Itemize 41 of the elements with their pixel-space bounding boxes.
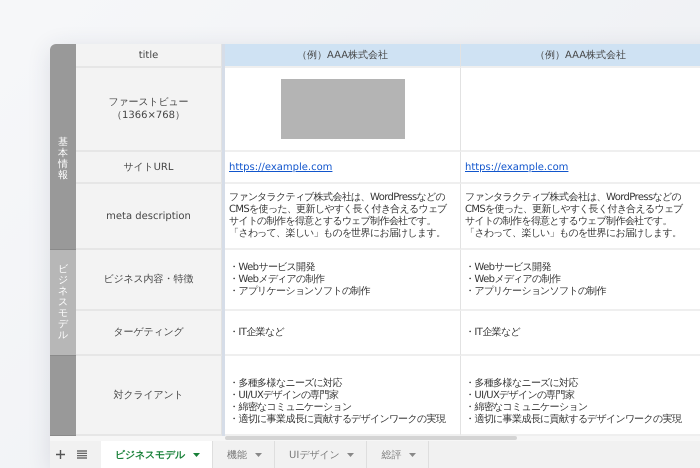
list-item: ・Webメディアの制作 [465,274,560,286]
list-item: ・綿密なコミュニケーション [465,402,588,414]
group-header-cell [50,44,76,68]
row-label: ビジネス内容・特徴 [104,273,194,286]
caret-icon [193,452,200,456]
list-item: ・アプリケーションソフトの制作 [229,286,370,298]
cell-text: ファンタラクティブ株式会社は、WordPressなどのCMSを使った、更新しやすく長く付き合えるウェブサイトの制作を得意とするウェブ制作会社です。「さわって、楽しい」ものを世界にお届けします。 [465,192,684,240]
list-item: ・UI/UXデザインの専門家 [229,390,338,402]
sheet-tab[interactable]: 総評 [367,441,430,468]
column-header: （例）AAA株式会社 [225,44,461,68]
list-item: ・多種多様なニーズに対応 [465,378,578,390]
list-item: ・適切に事業成長に貢献するデザインワークの実現 [229,414,446,426]
row-sublabel: （1366×768） [112,109,185,122]
list-item: ・綿密なコミュニケーション [229,402,352,414]
list-item: ・アプリケーションソフトの制作 [465,286,606,298]
list-item: ・Webサービス開発 [229,262,315,274]
list-item: ・Webメディアの制作 [229,274,324,286]
list-item: ・UI/UXデザインの専門家 [465,390,574,402]
row-label: title [138,48,158,62]
group-label: ビジネスモデル [50,250,76,356]
list-item: ・多種多様なニーズに対応 [229,378,342,390]
row-label: meta description [106,210,191,222]
list-item: ・Webサービス開発 [465,262,551,274]
row-label: ファーストビュー [108,96,188,109]
caret-icon [255,452,262,456]
caret-icon [409,452,416,456]
sheet-tab[interactable]: 機能 [213,441,275,468]
caret-icon [347,452,354,456]
list-item: ・適切に事業成長に貢献するデザインワークの実現 [465,414,682,426]
row-label: 対クライアント [114,388,184,402]
list-item: ・IT企業など [229,326,284,338]
row-label: ターゲティング [114,326,184,339]
sheet-tab[interactable]: ビジネスモデル [101,441,213,468]
list-item: ・IT企業など [465,326,520,338]
cell-text: ファンタラクティブ株式会社は、WordPressなどのCMSを使った、更新しやすく長く付き合えるウェブサイトの制作を得意とするウェブ制作会社です。「さわって、楽しい」ものを世界にお届けします。 [229,192,448,240]
sheet-tab[interactable]: UIデザイン [275,441,368,468]
row-label: サイトURL [124,160,174,174]
url-link[interactable]: https://example.com [229,162,332,172]
group-label: 基本情報 [50,68,76,250]
url-link[interactable]: https://example.com [465,162,568,172]
column-header: （例）AAA株式会社 [461,44,700,68]
